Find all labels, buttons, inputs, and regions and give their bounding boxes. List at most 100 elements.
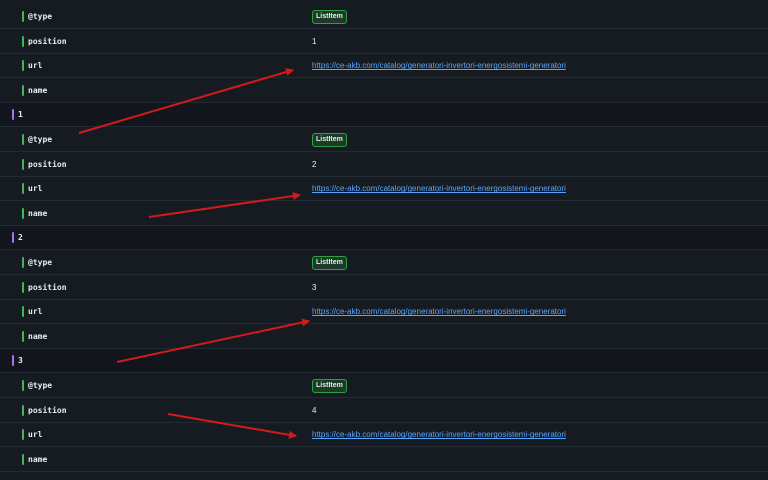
position-number: 3 — [312, 282, 317, 292]
type-value: ListItem — [312, 5, 347, 28]
key-marker-bar — [12, 232, 14, 244]
key-marker-bar — [22, 380, 24, 391]
key-label: name — [28, 208, 48, 218]
property-row: name — [0, 447, 768, 472]
property-row: @type ListItem — [0, 5, 768, 29]
key-label: name — [28, 331, 48, 341]
property-key: url — [22, 54, 42, 77]
url-link[interactable]: https://ce-akb.com/catalog/generatori-in… — [312, 61, 566, 70]
array-index-row: 2 — [0, 226, 768, 251]
key-label: position — [28, 36, 67, 46]
array-index-key: 1 — [12, 103, 23, 126]
key-marker-bar — [12, 355, 14, 367]
property-row: url https://ce-akb.com/catalog/generatori… — [0, 423, 768, 448]
type-value: ListItem — [312, 128, 347, 151]
key-marker-bar — [22, 183, 24, 195]
listitem-badge: ListItem — [312, 132, 347, 147]
key-label: 1 — [18, 110, 23, 120]
property-row: position 3 — [0, 275, 768, 300]
property-key: url — [22, 423, 42, 446]
property-key: name — [22, 325, 47, 348]
property-row: url https://ce-akb.com/catalog/generatori… — [0, 54, 768, 79]
key-marker-bar — [22, 158, 24, 170]
position-value: 3 — [312, 276, 316, 299]
property-key: @type — [22, 128, 52, 151]
key-marker-bar — [22, 35, 24, 47]
url-link[interactable]: https://ce-akb.com/catalog/generatori-in… — [312, 307, 566, 316]
property-key: url — [22, 177, 42, 200]
property-key: name — [22, 202, 47, 225]
array-index-key: 3 — [12, 349, 23, 372]
listitem-badge: ListItem — [312, 378, 347, 393]
key-label: position — [28, 405, 67, 415]
url-link[interactable]: https://ce-akb.com/catalog/generatori-in… — [312, 184, 566, 193]
key-label: url — [28, 184, 43, 194]
key-marker-bar — [22, 134, 24, 145]
key-marker-bar — [22, 453, 24, 465]
position-value: 2 — [312, 153, 316, 176]
key-marker-bar — [22, 306, 24, 318]
key-label: url — [28, 307, 43, 317]
structured-data-viewer: @type ListItem position 1 url https://ce-akb.… — [0, 0, 768, 480]
key-label: @type — [28, 12, 53, 21]
url-value: https://ce-akb.com/catalog/generatori-in… — [312, 300, 566, 323]
property-row: name — [0, 78, 768, 103]
key-label: @type — [28, 381, 53, 390]
key-label: 2 — [18, 233, 23, 243]
listitem-badge: ListItem — [312, 255, 347, 270]
property-row: position 2 — [0, 152, 768, 177]
property-key: @type — [22, 5, 52, 28]
property-key: position — [22, 399, 67, 422]
key-marker-bar — [22, 60, 24, 72]
property-key: url — [22, 300, 42, 323]
property-row: @type ListItem — [0, 128, 768, 152]
position-number: 1 — [312, 36, 317, 46]
property-row: url https://ce-akb.com/catalog/generatori… — [0, 177, 768, 202]
key-label: 3 — [18, 356, 23, 366]
url-value: https://ce-akb.com/catalog/generatori-in… — [312, 177, 566, 200]
key-marker-bar — [22, 11, 24, 22]
property-key: position — [22, 153, 67, 176]
property-key: @type — [22, 374, 52, 397]
array-index-row: 3 — [0, 349, 768, 374]
key-marker-bar — [22, 84, 24, 96]
position-number: 2 — [312, 159, 317, 169]
key-label: name — [28, 454, 48, 464]
array-index-key: 2 — [12, 226, 23, 249]
position-number: 4 — [312, 405, 317, 415]
property-key: position — [22, 30, 67, 53]
key-marker-bar — [12, 109, 14, 121]
property-row: name — [0, 201, 768, 226]
property-row: name — [0, 324, 768, 349]
property-key: position — [22, 276, 67, 299]
key-label: url — [28, 430, 43, 440]
position-value: 4 — [312, 399, 316, 422]
key-marker-bar — [22, 281, 24, 293]
property-key: @type — [22, 251, 52, 274]
type-value: ListItem — [312, 251, 347, 274]
property-row: position 1 — [0, 29, 768, 54]
key-marker-bar — [22, 429, 24, 441]
listitem-badge: ListItem — [312, 9, 347, 24]
position-value: 1 — [312, 30, 316, 53]
property-row: url https://ce-akb.com/catalog/generatori… — [0, 300, 768, 325]
key-label: position — [28, 282, 67, 292]
key-marker-bar — [22, 257, 24, 268]
key-label: position — [28, 159, 67, 169]
array-index-row: 1 — [0, 103, 768, 128]
url-value: https://ce-akb.com/catalog/generatori-in… — [312, 423, 566, 446]
url-link[interactable]: https://ce-akb.com/catalog/generatori-in… — [312, 430, 566, 439]
key-marker-bar — [22, 330, 24, 342]
property-row: @type ListItem — [0, 374, 768, 398]
property-row: @type ListItem — [0, 251, 768, 275]
key-label: url — [28, 61, 43, 71]
property-key: name — [22, 448, 47, 471]
url-value: https://ce-akb.com/catalog/generatori-in… — [312, 54, 566, 77]
key-marker-bar — [22, 207, 24, 219]
property-key: name — [22, 79, 47, 102]
key-marker-bar — [22, 404, 24, 416]
key-label: name — [28, 85, 48, 95]
key-label: @type — [28, 135, 53, 144]
key-label: @type — [28, 258, 53, 267]
property-row: position 4 — [0, 398, 768, 423]
